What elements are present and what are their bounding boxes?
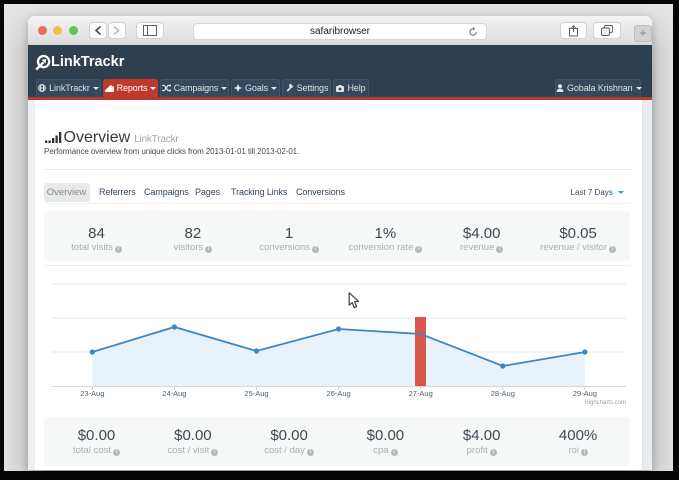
svg-text:26-Aug: 26-Aug xyxy=(327,389,351,398)
svg-text:27-Aug: 27-Aug xyxy=(409,389,433,398)
svg-text:28-Aug: 28-Aug xyxy=(491,389,515,398)
svg-text:23-Aug: 23-Aug xyxy=(80,389,104,398)
svg-text:24-Aug: 24-Aug xyxy=(162,389,186,398)
svg-text:25-Aug: 25-Aug xyxy=(244,389,268,398)
svg-text:29-Aug: 29-Aug xyxy=(573,389,597,398)
svg-text:Highcharts.com: Highcharts.com xyxy=(584,400,626,406)
